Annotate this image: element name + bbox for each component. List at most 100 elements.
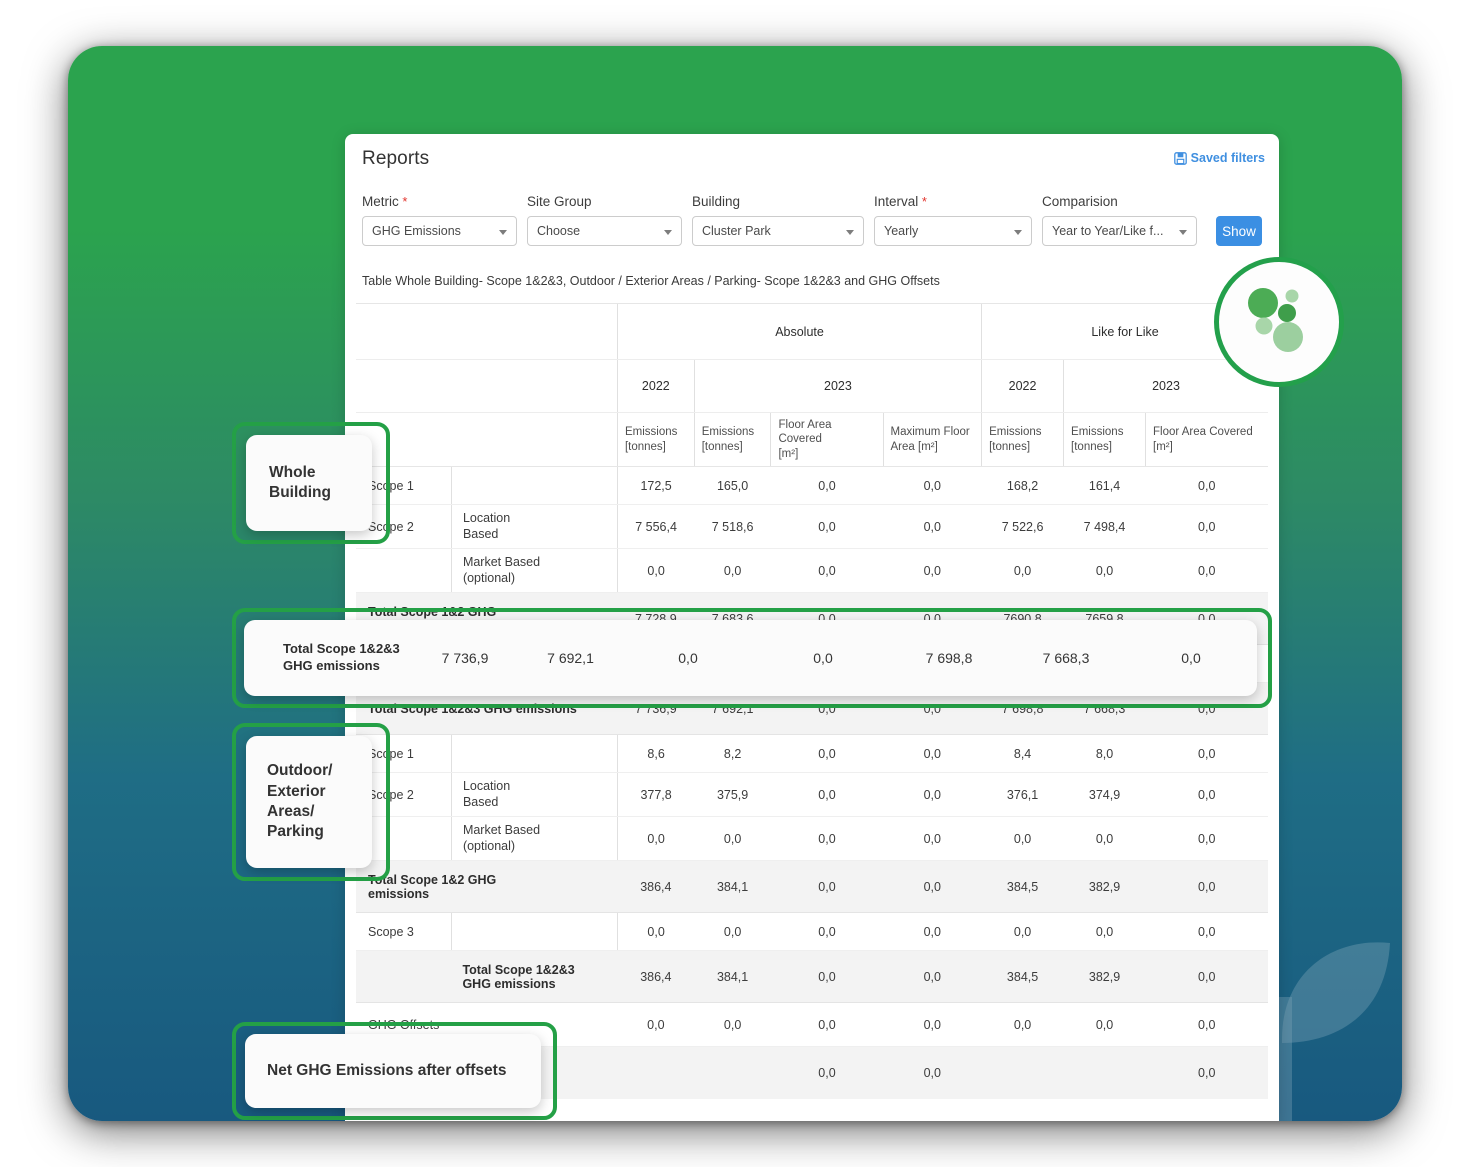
unit-header-3: Maximum Floor Area [m²] (882, 412, 982, 467)
row-sub-label (450, 734, 529, 773)
filter-building-label: Building (692, 194, 741, 209)
cell: 384,1 (694, 860, 771, 913)
cell: 0,0 (1145, 504, 1268, 549)
table-row-total: Total Scope 1&2 GHG emissions 386,4 384,… (356, 860, 1268, 913)
interval-select[interactable]: Yearly (874, 216, 1032, 246)
cell: 376,1 (981, 772, 1064, 817)
highlighted-cell: 7 668,3 (1042, 650, 1090, 666)
callout-line2: Building (269, 484, 331, 501)
cell: 384,5 (981, 860, 1064, 913)
row-spacer (528, 466, 618, 505)
cell: 0,0 (883, 734, 982, 773)
row-total-line2: GHG emissions (462, 976, 556, 991)
cell: 0,0 (770, 466, 884, 505)
metric-select[interactable]: GHG Emissions (362, 216, 517, 246)
comparision-select-value: Year to Year/Like f... (1052, 224, 1164, 238)
row-sub-line1: Location (462, 778, 511, 793)
cell: 0,0 (770, 950, 884, 1003)
site-group-select[interactable]: Choose (527, 216, 682, 246)
unit-header-empty (356, 412, 618, 467)
table-row: Scope 1 8,6 8,2 0,0 0,0 8,4 8,0 0,0 (356, 734, 1268, 773)
unit-header-1-line1: Emissions (701, 426, 755, 439)
callout-whole-building: Whole Building (232, 422, 390, 544)
building-select[interactable]: Cluster Park (692, 216, 864, 246)
row-sub-label (450, 466, 529, 505)
cell: 0,0 (883, 1046, 982, 1099)
callout-line3: Areas/ (267, 803, 315, 820)
row-sub-label (450, 912, 529, 951)
unit-header-4-line1: Emissions (989, 426, 1042, 439)
unit-header-6-line2: [m²] (1153, 440, 1173, 453)
row-sub-line2: Based (462, 526, 499, 541)
filter-building: Building Cluster Park (692, 194, 864, 246)
table-row-total: Total Scope 1&2&3 GHG emissions 386,4 38… (356, 950, 1268, 1003)
cell: 0,0 (883, 816, 982, 861)
unit-header-0: Emissions [tonnes] (616, 412, 695, 467)
callout-total-scope-123: Total Scope 1&2&3 GHG emissions 7 736,9 … (232, 608, 1272, 708)
filter-metric: Metric * GHG Emissions (362, 194, 517, 246)
row-sub-line1: Market Based (462, 554, 541, 569)
row-sub-label: Location Based (450, 772, 618, 817)
cell: 0,0 (616, 816, 695, 861)
row-total-label: Total Scope 1&2&3 GHG emissions (451, 950, 618, 1003)
highlighted-cell: 7 692,1 (547, 650, 594, 666)
cell: 8,4 (981, 734, 1064, 773)
group-header-empty (356, 303, 618, 360)
highlighted-cell: 7 698,8 (925, 650, 973, 666)
building-select-value: Cluster Park (702, 224, 771, 238)
filter-comparision: Comparision Year to Year/Like f... (1042, 194, 1197, 246)
filter-metric-label: Metric * (362, 194, 517, 209)
filter-site-group-label: Site Group (527, 194, 592, 209)
cell: 0,0 (694, 912, 771, 951)
cell: 7 498,4 (1063, 504, 1146, 549)
highlighted-total-line1: Total Scope 1&2&3 (283, 641, 400, 657)
metric-select-value: GHG Emissions (372, 224, 461, 238)
unit-header-4-line2: [tonnes] (989, 440, 1031, 453)
cell: 382,9 (1063, 860, 1146, 913)
cell: 168,2 (981, 466, 1064, 505)
callout-line1: Outdoor/ (267, 762, 333, 780)
cell: 0,0 (1063, 1002, 1146, 1047)
cell: 0,0 (770, 504, 884, 549)
cell: 8,6 (616, 734, 695, 773)
saved-filters-link[interactable]: Saved filters (1173, 151, 1265, 165)
row-total-line2: emissions (368, 886, 430, 901)
year-header-empty (356, 359, 618, 413)
cell: 161,4 (1063, 466, 1146, 505)
unit-header-5: Emissions [tonnes] (1063, 412, 1146, 467)
highlighted-cell: 0,0 (1181, 650, 1201, 666)
cell: 0,0 (770, 860, 884, 913)
cell: 0,0 (770, 1046, 884, 1099)
cell: 0,0 (1145, 772, 1268, 817)
unit-header-0-line1: Emissions (624, 426, 678, 439)
cell: 0,0 (1145, 1002, 1268, 1047)
cell (617, 1046, 695, 1099)
cell: 0,0 (883, 912, 982, 951)
unit-header-0-line2: [tonnes] (624, 440, 666, 453)
table-row: Market Based (optional) 0,0 0,0 0,0 0,0 … (356, 548, 1268, 593)
group-header-absolute: Absolute (616, 303, 982, 360)
site-group-select-value: Choose (537, 224, 581, 238)
callout-card: Total Scope 1&2&3 GHG emissions 7 736,9 … (244, 620, 1257, 696)
page-title: Reports (362, 148, 430, 169)
highlighted-cell: 0,0 (813, 650, 833, 666)
cell: 0,0 (1145, 734, 1268, 773)
cell: 382,9 (1063, 950, 1146, 1003)
cell: 0,0 (616, 912, 695, 951)
filter-metric-label-text: Metric (362, 194, 399, 209)
filter-interval-label: Interval * (874, 194, 1032, 209)
show-button[interactable]: Show (1216, 216, 1262, 246)
table-caption: Table Whole Building- Scope 1&2&3, Outdo… (362, 274, 940, 288)
cell: 0,0 (981, 1002, 1064, 1047)
table-unit-header-row: Emissions [tonnes] Emissions [tonnes] Fl… (356, 412, 1268, 467)
callout-card: Net GHG Emissions after offsets (245, 1034, 541, 1108)
cell: 0,0 (694, 1002, 771, 1047)
cell (694, 1046, 771, 1099)
unit-header-2: Floor Area Covered [m²] (770, 412, 884, 467)
highlighted-cell: 7 736,9 (441, 650, 489, 666)
cell: 0,0 (883, 772, 982, 817)
table-row: Market Based (optional) 0,0 0,0 0,0 0,0 … (356, 816, 1268, 861)
cell: 0,0 (883, 950, 982, 1003)
comparision-select[interactable]: Year to Year/Like f... (1042, 216, 1197, 246)
unit-header-3-line2: Area [m²] (890, 440, 938, 453)
